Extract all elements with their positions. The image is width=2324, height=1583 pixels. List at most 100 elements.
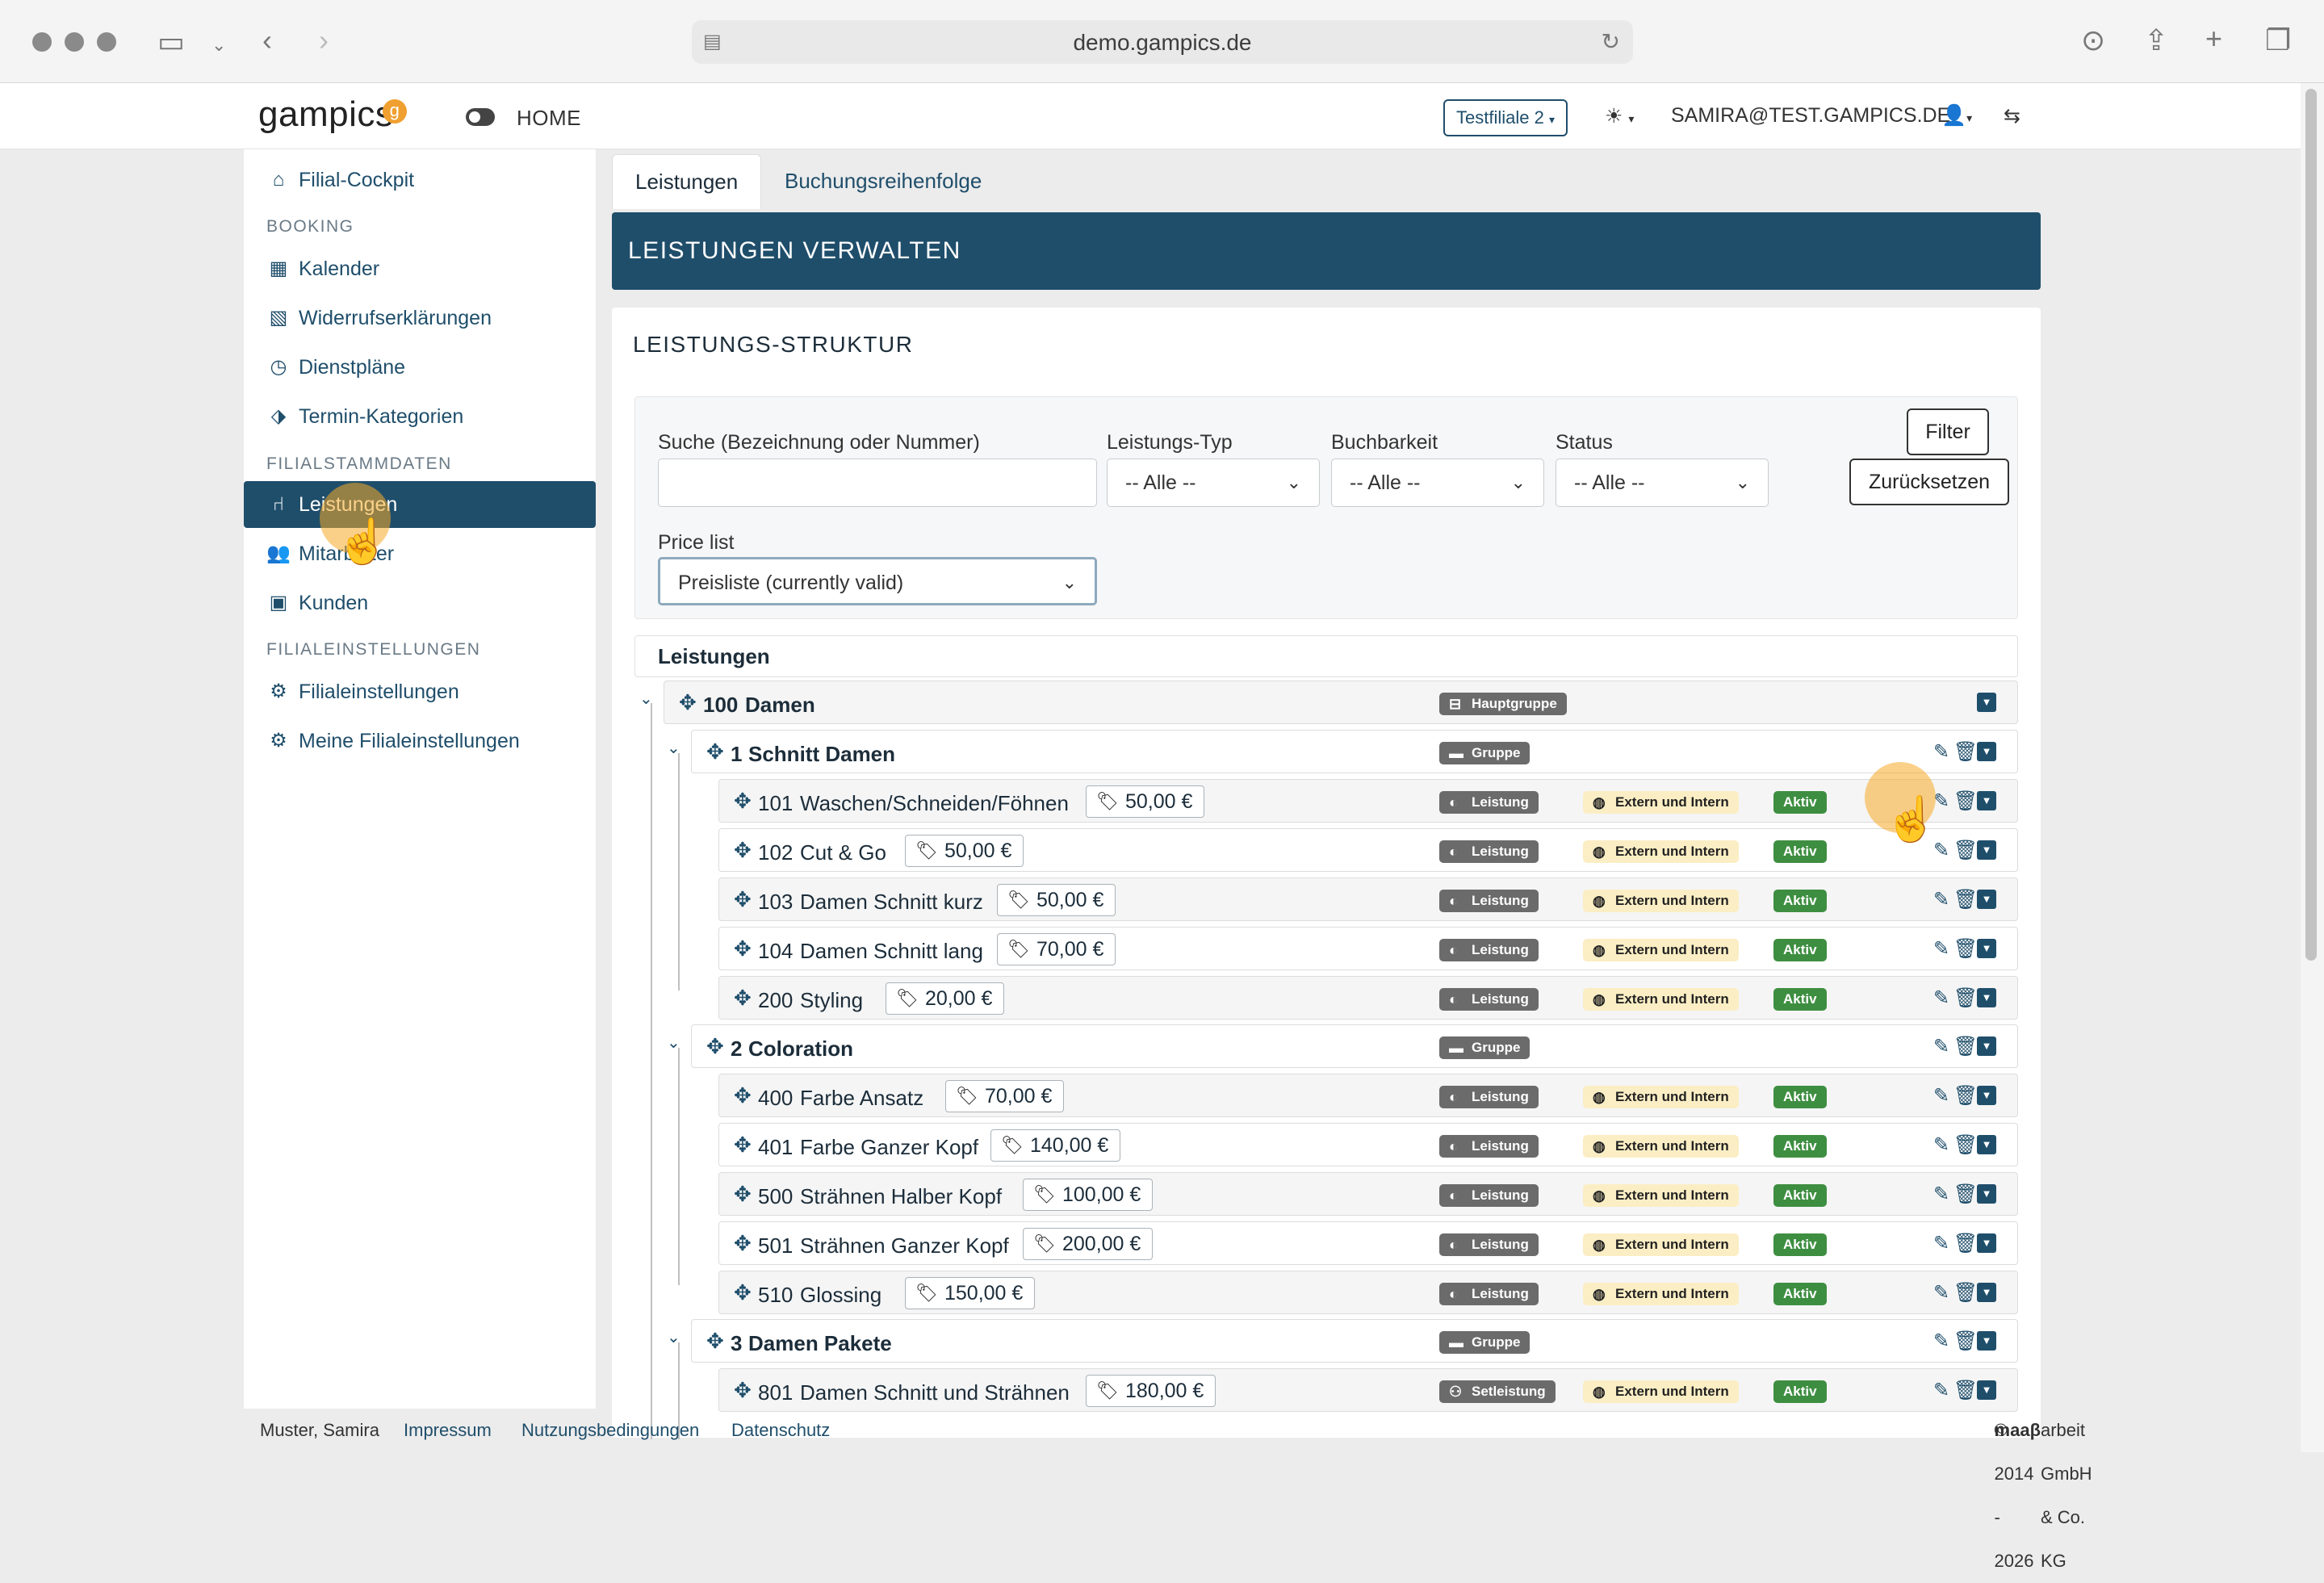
- edit-icon[interactable]: ✎: [1928, 1034, 1954, 1060]
- bookability-select[interactable]: -- Alle -- ⌄: [1331, 459, 1544, 507]
- move-icon[interactable]: ✥: [706, 1036, 724, 1057]
- tree-row-service[interactable]: ✥ 510 Glossing 🏷 150,00 € ◐ Leistung ◍ Exte…: [718, 1271, 2018, 1314]
- tree-row-service[interactable]: ✥ 801 Damen Schnitt und Strähnen 🏷 180,00…: [718, 1368, 2018, 1412]
- tab-buchungsreihenfolge[interactable]: Buchungsreihenfolge: [762, 154, 1004, 209]
- sidebar-toggle-icon[interactable]: ▭: [157, 26, 185, 58]
- sidebar-item-kunden[interactable]: ▣ Kunden: [244, 580, 596, 626]
- tree-row-group[interactable]: ✥ 2 Coloration ▬ Gruppe ✎ 🗑 ▼: [691, 1024, 2018, 1068]
- trash-icon[interactable]: 🗑: [1953, 1083, 1979, 1109]
- row-dropdown-button[interactable]: ▼: [1977, 1086, 1996, 1105]
- edit-icon[interactable]: ✎: [1928, 1329, 1954, 1355]
- tree-row-service[interactable]: ✥ 104 Damen Schnitt lang 🏷 70,00 € ◐ Leist…: [718, 927, 2018, 970]
- reset-button[interactable]: Zurücksetzen: [1849, 459, 2009, 505]
- forward-icon[interactable]: ›: [319, 24, 329, 57]
- new-tab-icon[interactable]: +: [2205, 23, 2222, 55]
- move-icon[interactable]: ✥: [706, 741, 724, 762]
- tree-row-maingroup[interactable]: ✥ 100 Damen ⊟ Hauptgruppe ▼: [664, 681, 2018, 724]
- move-icon[interactable]: ✥: [734, 938, 752, 959]
- trash-icon[interactable]: 🗑: [1953, 838, 1979, 864]
- move-icon[interactable]: ✥: [734, 1233, 752, 1254]
- move-icon[interactable]: ✥: [734, 1085, 752, 1106]
- tab-leistungen[interactable]: Leistungen: [612, 154, 762, 209]
- row-dropdown-button[interactable]: ▼: [1977, 1135, 1996, 1154]
- close-window-button[interactable]: [32, 32, 52, 52]
- move-icon[interactable]: ✥: [679, 692, 697, 713]
- minimize-window-button[interactable]: [65, 32, 84, 52]
- branch-selector[interactable]: Testfiliale 2 ▾: [1443, 99, 1568, 136]
- footer-datenschutz-link[interactable]: Datenschutz: [731, 1409, 830, 1452]
- footer-impressum-link[interactable]: Impressum: [404, 1409, 492, 1452]
- move-icon[interactable]: ✥: [734, 1183, 752, 1204]
- row-dropdown-button[interactable]: ▼: [1977, 1233, 1996, 1253]
- move-icon[interactable]: ✥: [734, 790, 752, 811]
- trash-icon[interactable]: 🗑: [1953, 1329, 1979, 1355]
- user-email[interactable]: SAMIRA@TEST.GAMPICS.DE: [1671, 104, 1950, 128]
- sidebar-item-kalender[interactable]: ▦ Kalender: [244, 245, 596, 292]
- sidebar-item-dienstplaene[interactable]: ◷ Dienstpläne: [244, 344, 596, 391]
- tree-row-service[interactable]: ✥ 501 Strähnen Ganzer Kopf 🏷 200,00 € ◐ Le…: [718, 1221, 2018, 1265]
- move-icon[interactable]: ✥: [706, 1330, 724, 1351]
- collapse-icon[interactable]: ⌄: [667, 1032, 680, 1053]
- edit-icon[interactable]: ✎: [1928, 1182, 1954, 1208]
- footer-nutzung-link[interactable]: Nutzungsbedingungen: [521, 1409, 699, 1452]
- price-list-select[interactable]: Preisliste (currently valid) ⌄: [658, 557, 1097, 605]
- trash-icon[interactable]: 🗑: [1953, 1182, 1979, 1208]
- trash-icon[interactable]: 🗑: [1953, 739, 1979, 765]
- row-dropdown-button[interactable]: ▼: [1977, 742, 1996, 761]
- menu-toggle[interactable]: [466, 108, 495, 126]
- edit-icon[interactable]: ✎: [1928, 1231, 1954, 1257]
- move-icon[interactable]: ✥: [734, 840, 752, 861]
- row-dropdown-button[interactable]: ▼: [1977, 693, 1996, 712]
- filter-button[interactable]: Filter: [1907, 408, 1989, 455]
- chevron-down-icon[interactable]: ⌄: [211, 29, 226, 61]
- row-dropdown-button[interactable]: ▼: [1977, 1036, 1996, 1056]
- user-menu[interactable]: 👤▾: [1941, 104, 1972, 128]
- tree-row-service[interactable]: ✥ 500 Strähnen Halber Kopf 🏷 100,00 € ◐ Le…: [718, 1172, 2018, 1216]
- tree-row-service[interactable]: ✥ 401 Farbe Ganzer Kopf 🏷 140,00 € ◐ Leist…: [718, 1123, 2018, 1166]
- trash-icon[interactable]: 🗑: [1953, 1280, 1979, 1306]
- share-icon[interactable]: ⇪: [2144, 24, 2168, 57]
- edit-icon[interactable]: ✎: [1928, 887, 1954, 913]
- gampics-logo[interactable]: gampics g: [258, 94, 407, 135]
- trash-icon[interactable]: 🗑: [1953, 1378, 1979, 1404]
- move-icon[interactable]: ✥: [734, 1134, 752, 1155]
- tree-row-group[interactable]: ✥ 3 Damen Pakete ▬ Gruppe ✎ 🗑 ▼: [691, 1319, 2018, 1363]
- sidebar-item-filialeinstellungen[interactable]: ⚙ Filialeinstellungen: [244, 668, 596, 715]
- sidebar-item-meine-einstellungen[interactable]: ⚙ Meine Filialeinstellungen: [244, 718, 596, 764]
- edit-icon[interactable]: ✎: [1928, 986, 1954, 1011]
- address-bar[interactable]: ▤ demo.gampics.de ↻: [692, 20, 1633, 64]
- trash-icon[interactable]: 🗑: [1953, 1231, 1979, 1257]
- theme-toggle[interactable]: ☀ ▾: [1605, 104, 1634, 128]
- status-select[interactable]: -- Alle -- ⌄: [1556, 459, 1769, 507]
- tree-row-service[interactable]: ✥ 200 Styling 🏷 20,00 € ◐ Leistung ◍ Extern…: [718, 976, 2018, 1020]
- tree-row-service[interactable]: ✥ 103 Damen Schnitt kurz 🏷 50,00 € ◐ Leist…: [718, 877, 2018, 921]
- maximize-window-button[interactable]: [97, 32, 116, 52]
- trash-icon[interactable]: 🗑: [1953, 986, 1979, 1011]
- search-input[interactable]: [658, 459, 1097, 507]
- edit-icon[interactable]: ✎: [1928, 1378, 1954, 1404]
- edit-icon[interactable]: ✎: [1928, 1133, 1954, 1158]
- home-link[interactable]: HOME: [517, 106, 581, 131]
- tree-row-service[interactable]: ✥ 102 Cut & Go 🏷 50,00 € ◐ Leistung ◍ Exter…: [718, 828, 2018, 872]
- row-dropdown-button[interactable]: ▼: [1977, 1184, 1996, 1204]
- collapse-icon[interactable]: ⌄: [639, 689, 653, 709]
- move-icon[interactable]: ✥: [734, 1380, 752, 1401]
- back-icon[interactable]: ‹: [262, 24, 272, 57]
- row-dropdown-button[interactable]: ▼: [1977, 1283, 1996, 1302]
- move-icon[interactable]: ✥: [734, 987, 752, 1008]
- sidebar-item-mitarbeiter[interactable]: 👥 Mitarbeiter: [244, 530, 596, 577]
- edit-icon[interactable]: ✎: [1928, 1083, 1954, 1109]
- move-icon[interactable]: ✥: [734, 889, 752, 910]
- row-dropdown-button[interactable]: ▼: [1977, 890, 1996, 909]
- tree-row-group[interactable]: ✥ 1 Schnitt Damen ▬ Gruppe ✎ 🗑 ▼: [691, 730, 2018, 773]
- switch-icon[interactable]: ⇆: [2004, 104, 2020, 128]
- collapse-icon[interactable]: ⌄: [667, 738, 680, 758]
- trash-icon[interactable]: 🗑: [1953, 1133, 1979, 1158]
- tree-row-service[interactable]: ✥ 400 Farbe Ansatz 🏷 70,00 € ◐ Leistung ◍ E…: [718, 1074, 2018, 1117]
- trash-icon[interactable]: 🗑: [1953, 936, 1979, 962]
- trash-icon[interactable]: 🗑: [1953, 1034, 1979, 1060]
- scrollbar-thumb[interactable]: [2305, 89, 2317, 961]
- row-dropdown-button[interactable]: ▼: [1977, 840, 1996, 860]
- download-icon[interactable]: ⊙: [2081, 24, 2105, 57]
- reload-icon[interactable]: ↻: [1602, 28, 1620, 55]
